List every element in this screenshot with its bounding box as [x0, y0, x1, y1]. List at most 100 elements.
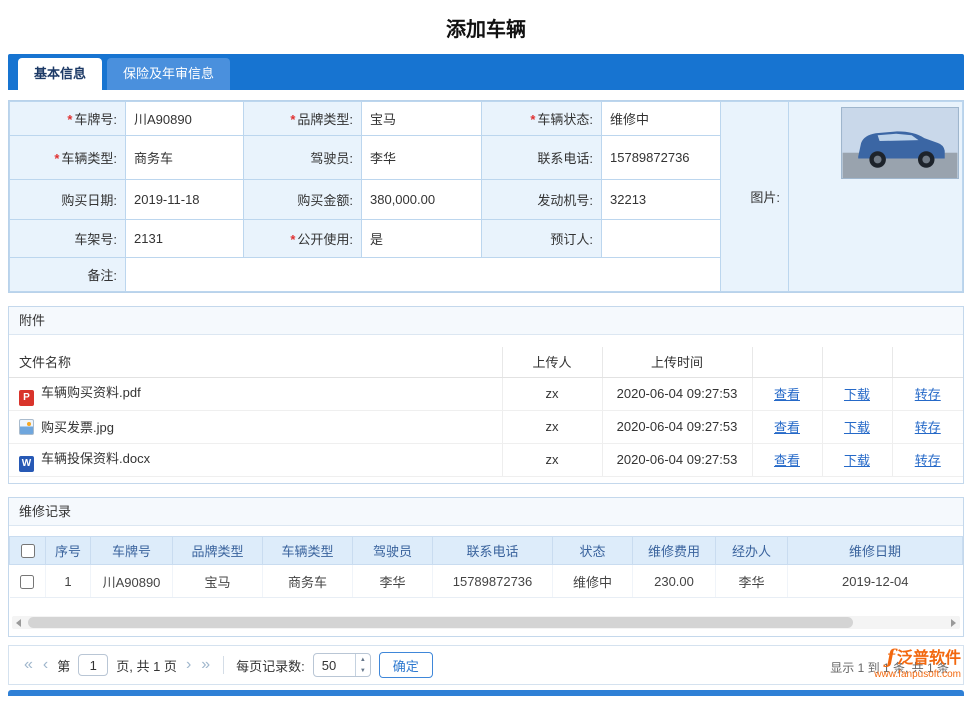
scrollbar-thumb[interactable] — [28, 617, 853, 628]
view-column-header — [752, 347, 822, 377]
prev-page-button[interactable]: ‹ — [38, 656, 53, 674]
status-cell: 维修中 — [553, 565, 633, 598]
file-name: 购买发票.jpg — [41, 420, 114, 435]
status-header: 状态 — [553, 537, 633, 565]
repair-records-panel: 维修记录 序号 车牌号 品牌类型 车辆类型 驾驶员 联系电话 状态 维修费用 经… — [8, 497, 964, 637]
spinner-up-icon[interactable]: ▲ — [356, 654, 370, 665]
transfer-link[interactable]: 转存 — [915, 387, 941, 402]
select-all-checkbox[interactable] — [21, 544, 35, 558]
brand-cell: 宝马 — [173, 565, 263, 598]
scroll-left-arrow[interactable] — [12, 616, 26, 629]
transfer-link[interactable]: 转存 — [915, 453, 941, 468]
per-page-value: 50 — [314, 654, 355, 676]
plate-number-value: 川A90890 — [126, 102, 244, 136]
tab-bar: 基本信息 保险及年审信息 — [8, 54, 964, 90]
fanpu-watermark: ƒ泛普软件 www.fanpusoft.com — [874, 647, 961, 680]
transfer-link[interactable]: 转存 — [915, 420, 941, 435]
attachment-row: P车辆购买资料.pdf zx 2020-06-04 09:27:53 查看 下载… — [9, 377, 963, 410]
vehicle-type-label: *车辆类型: — [10, 136, 126, 180]
required-mark: * — [530, 112, 535, 127]
driver-label: 驾驶员: — [244, 136, 362, 180]
word-file-icon: W — [19, 456, 34, 472]
driver-value: 李华 — [362, 136, 482, 180]
watermark-brand: 泛普软件 — [897, 650, 961, 667]
watermark-url: www.fanpusoft.com — [874, 669, 961, 681]
required-mark: * — [54, 151, 59, 166]
pagination-bar: « ‹ 第 页, 共 1 页 › » 每页记录数: 50 ▲ ▼ 确定 显示 1… — [8, 645, 964, 685]
confirm-button[interactable]: 确定 — [379, 652, 433, 678]
row-checkbox[interactable] — [20, 575, 34, 589]
public-use-value: 是 — [362, 220, 482, 258]
repair-header-row: 序号 车牌号 品牌类型 车辆类型 驾驶员 联系电话 状态 维修费用 经办人 维修… — [10, 537, 963, 565]
repair-records-table: 序号 车牌号 品牌类型 车辆类型 驾驶员 联系电话 状态 维修费用 经办人 维修… — [9, 536, 963, 598]
uploader-header: 上传人 — [502, 347, 602, 377]
engine-number-value: 32213 — [602, 180, 721, 220]
view-link[interactable]: 查看 — [774, 420, 800, 435]
brand-type-label: *品牌类型: — [244, 102, 362, 136]
download-link[interactable]: 下载 — [844, 420, 870, 435]
vehicle-form-table: *车牌号: 川A90890 *品牌类型: 宝马 *车辆状态: 维修中 图片: — [9, 101, 963, 292]
per-page-input[interactable]: 50 ▲ ▼ — [313, 653, 371, 677]
tab-insurance-annual-info[interactable]: 保险及年审信息 — [107, 58, 230, 90]
page-suffix-label: 页, 共 1 页 — [116, 656, 177, 675]
phone-label: 联系电话: — [482, 136, 602, 180]
remark-value — [126, 258, 721, 292]
next-page-button[interactable]: › — [181, 656, 196, 674]
image-label: 图片: — [721, 102, 789, 292]
purchase-date-label: 购买日期: — [10, 180, 126, 220]
engine-number-label: 发动机号: — [482, 180, 602, 220]
last-page-button[interactable]: » — [196, 656, 215, 674]
driver-cell: 李华 — [353, 565, 433, 598]
uploader: zx — [502, 443, 602, 476]
page-title: 添加车辆 — [0, 0, 972, 43]
horizontal-scrollbar[interactable] — [12, 616, 960, 629]
spinner-down-icon[interactable]: ▼ — [356, 665, 370, 676]
upload-time-header: 上传时间 — [602, 347, 752, 377]
file-name: 车辆投保资料.docx — [41, 451, 150, 466]
per-page-spinner: ▲ ▼ — [355, 654, 370, 676]
type-header: 车辆类型 — [263, 537, 353, 565]
download-link[interactable]: 下载 — [844, 453, 870, 468]
upload-time: 2020-06-04 09:27:53 — [602, 443, 752, 476]
select-all-cell — [10, 537, 46, 565]
first-page-button[interactable]: « — [19, 656, 38, 674]
attachment-row: W 车辆投保资料.docx zx 2020-06-04 09:27:53 查看 下… — [9, 443, 963, 476]
view-link[interactable]: 查看 — [774, 453, 800, 468]
repair-records-panel-title: 维修记录 — [9, 498, 963, 526]
required-mark: * — [290, 232, 295, 247]
tab-basic-info[interactable]: 基本信息 — [18, 58, 102, 90]
phone-cell: 15789872736 — [433, 565, 553, 598]
attachments-panel-title: 附件 — [9, 307, 963, 335]
attachments-panel: 附件 文件名称 上传人 上传时间 P车辆购买资料.pdf zx 2020-06-… — [8, 306, 964, 484]
required-mark: * — [290, 112, 295, 127]
remark-label: 备注: — [10, 258, 126, 292]
vehicle-type-value: 商务车 — [126, 136, 244, 180]
purchase-amount-label: 购买金额: — [244, 180, 362, 220]
purchase-date-value: 2019-11-18 — [126, 180, 244, 220]
frame-number-value: 2131 — [126, 220, 244, 258]
transfer-column-header — [892, 347, 963, 377]
uploader: zx — [502, 410, 602, 443]
purchase-amount-value: 380,000.00 — [362, 180, 482, 220]
plate-header: 车牌号 — [91, 537, 173, 565]
upload-time: 2020-06-04 09:27:53 — [602, 410, 752, 443]
brand-type-value: 宝马 — [362, 102, 482, 136]
type-cell: 商务车 — [263, 565, 353, 598]
repair-cost-header: 维修费用 — [633, 537, 716, 565]
reserver-value — [602, 220, 721, 258]
download-link[interactable]: 下载 — [844, 387, 870, 402]
page-number-input[interactable] — [78, 654, 108, 676]
driver-header: 驾驶员 — [353, 537, 433, 565]
repair-row: 1 川A90890 宝马 商务车 李华 15789872736 维修中 230.… — [10, 565, 963, 598]
attachments-table: 文件名称 上传人 上传时间 P车辆购买资料.pdf zx 2020-06-04 … — [9, 347, 963, 477]
plate-number-label: *车牌号: — [10, 102, 126, 136]
reserver-label: 预订人: — [482, 220, 602, 258]
add-vehicle-page: 添加车辆 基本信息 保险及年审信息 *车牌号: 川A90890 *品牌类型: 宝… — [0, 0, 972, 701]
repair-cost-cell: 230.00 — [633, 565, 716, 598]
view-link[interactable]: 查看 — [774, 387, 800, 402]
image-file-icon — [19, 419, 34, 435]
handler-cell: 李华 — [716, 565, 788, 598]
scroll-right-arrow[interactable] — [946, 616, 960, 629]
uploader: zx — [502, 377, 602, 410]
per-page-label: 每页记录数: — [236, 656, 305, 675]
